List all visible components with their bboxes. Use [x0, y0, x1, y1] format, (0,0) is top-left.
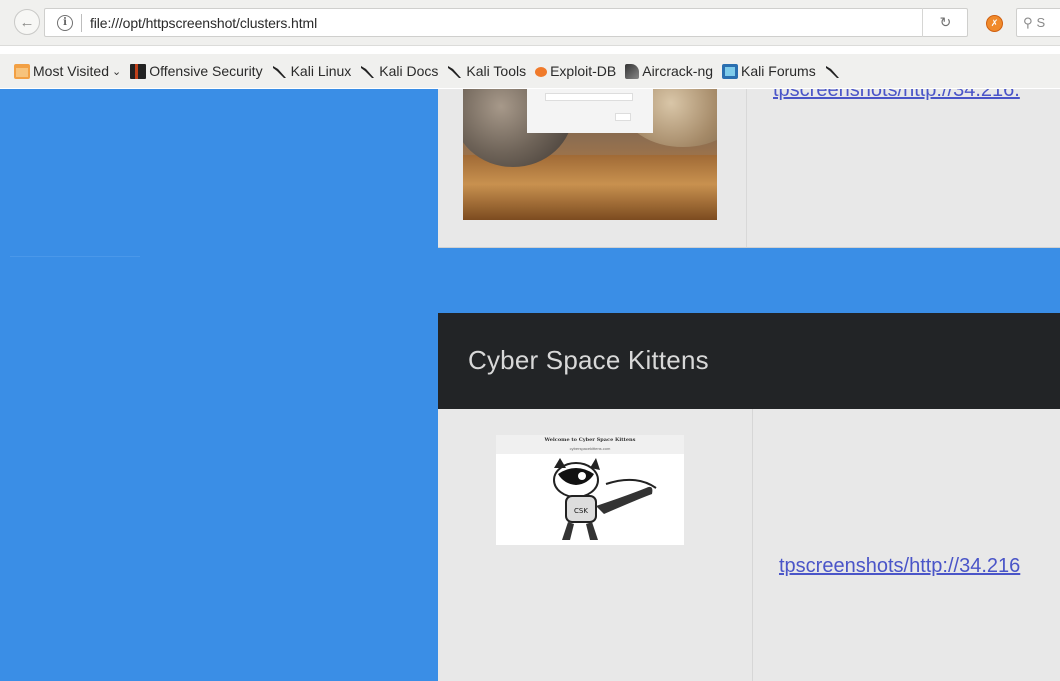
cluster-body: Welcome to Cyber Space Kittens cyberspac…: [438, 409, 1060, 681]
bookmark-label: Kali Linux: [290, 63, 352, 79]
info-icon[interactable]: i: [57, 14, 73, 31]
kali-dragon-icon: [272, 65, 286, 78]
thumbnail-title: Welcome to Cyber Space Kittens: [544, 437, 636, 443]
browser-toolbar: ← i file:///opt/httpscreenshot/clusters.…: [0, 0, 1060, 46]
thumbnail-subtitle: cyberspacekittens.com: [569, 446, 611, 451]
bookmark-aircrack-ng[interactable]: Aircrack-ng: [625, 63, 713, 79]
cluster-card: tpscreenshots/http://34.216.: [438, 89, 1060, 248]
reload-icon: ↻: [939, 14, 952, 30]
back-button[interactable]: ←: [14, 9, 40, 35]
bookmark-kali-linux[interactable]: Kali Linux: [272, 63, 352, 79]
bookmark-label: Kali Docs: [379, 63, 439, 79]
extension-icon[interactable]: ✗: [986, 15, 1003, 32]
bookmark-kali-docs[interactable]: Kali Docs: [360, 63, 438, 79]
screenshot-link[interactable]: tpscreenshots/http://34.216: [779, 555, 1020, 578]
forums-icon: [722, 63, 739, 79]
bookmarks-toolbar: Most Visited ⌄ Offensive Security Kali L…: [0, 54, 1060, 88]
url-text[interactable]: file:///opt/httpscreenshot/clusters.html: [90, 15, 317, 31]
screenshot-thumbnail[interactable]: Welcome to Cyber Space Kittens cyberspac…: [496, 435, 684, 545]
search-input[interactable]: ⚲ S: [1016, 8, 1060, 37]
cluster-header: Cyber Space Kittens: [438, 313, 1060, 409]
offsec-icon: [130, 63, 147, 79]
bookmark-overflow[interactable]: [825, 64, 844, 79]
bookmark-kali-forums[interactable]: Kali Forums: [722, 63, 816, 79]
cluster-title: Cyber Space Kittens: [468, 345, 709, 375]
aircrack-icon: [625, 63, 640, 79]
chevron-down-icon: ⌄: [112, 65, 122, 78]
kali-dragon-icon: [825, 65, 839, 78]
column-divider: [752, 409, 753, 681]
url-field[interactable]: i file:///opt/httpscreenshot/clusters.ht…: [44, 8, 968, 37]
login-form-preview: [527, 89, 653, 133]
folder-icon: [14, 63, 30, 79]
cluster-card: Cyber Space Kittens Welcome to Cyber Spa…: [438, 313, 1060, 681]
astronaut-cat-icon: CSK: [553, 458, 657, 540]
url-separator: [81, 13, 82, 32]
bookmark-most-visited[interactable]: Most Visited ⌄: [14, 63, 121, 79]
page-content[interactable]: tpscreenshots/http://34.216. Cyber Space…: [0, 89, 1060, 681]
kitten-logo: CSK: [496, 454, 684, 545]
kali-dragon-icon: [361, 65, 375, 78]
bookmark-label: Kali Tools: [466, 63, 527, 79]
search-icon: ⚲: [1023, 14, 1033, 30]
search-placeholder: S: [1036, 15, 1046, 30]
bookmark-label: Exploit-DB: [550, 63, 617, 79]
login-button-preview: [615, 113, 631, 121]
svg-text:CSK: CSK: [574, 507, 588, 515]
sidebar-divider: [10, 256, 140, 257]
bookmark-exploit-db[interactable]: Exploit-DB: [535, 63, 616, 79]
bookmark-kali-tools[interactable]: Kali Tools: [447, 63, 526, 79]
screenshot-thumbnail[interactable]: [463, 89, 717, 220]
bookmark-label: Kali Forums: [741, 63, 816, 79]
arrow-left-icon: ←: [19, 13, 35, 31]
login-input-preview: [545, 93, 633, 101]
exploit-db-icon: [535, 67, 548, 77]
bookmark-label: Most Visited: [33, 63, 109, 79]
column-divider: [746, 89, 747, 247]
reload-button[interactable]: ↻: [922, 8, 968, 37]
bookmark-offensive-security[interactable]: Offensive Security: [130, 63, 263, 79]
kali-dragon-icon: [448, 65, 462, 78]
bookmark-label: Aircrack-ng: [642, 63, 714, 79]
screenshot-link[interactable]: tpscreenshots/http://34.216.: [773, 89, 1020, 102]
bookmark-label: Offensive Security: [149, 63, 263, 79]
